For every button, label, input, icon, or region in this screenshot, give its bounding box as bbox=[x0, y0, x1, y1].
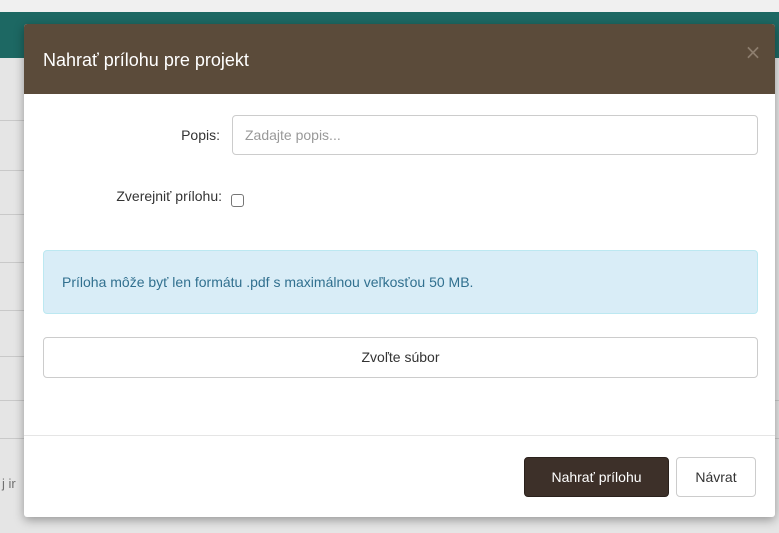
close-icon[interactable]: × bbox=[743, 42, 763, 62]
upload-attachment-button[interactable]: Nahrať prílohu bbox=[524, 457, 669, 497]
description-input[interactable] bbox=[232, 115, 758, 155]
choose-file-button[interactable]: Zvoľte súbor bbox=[43, 337, 758, 378]
file-format-info-alert: Príloha môže byť len formátu .pdf s maxi… bbox=[43, 250, 758, 314]
publish-checkbox[interactable] bbox=[231, 194, 244, 207]
modal-title: Nahrať prílohu pre projekt bbox=[43, 50, 249, 70]
modal-header: Nahrať prílohu pre projekt × bbox=[24, 24, 775, 94]
description-label: Popis: bbox=[181, 127, 220, 143]
back-button[interactable]: Návrat bbox=[676, 457, 756, 497]
publish-label: Zverejniť prílohu: bbox=[116, 188, 222, 204]
upload-attachment-modal: Nahrať prílohu pre projekt × Popis: Zver… bbox=[24, 24, 775, 517]
modal-footer-divider bbox=[24, 435, 775, 436]
